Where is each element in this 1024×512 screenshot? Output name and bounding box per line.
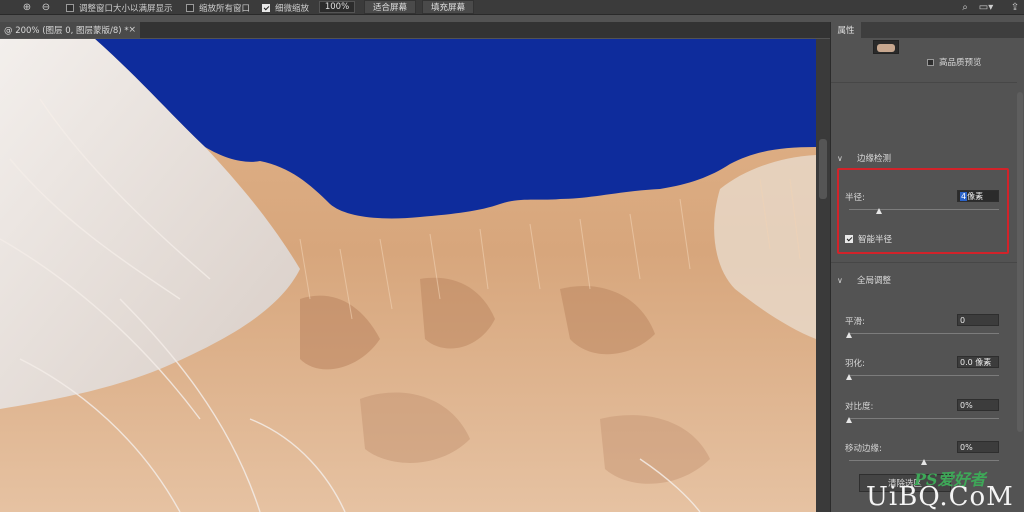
smooth-label: 平滑: — [845, 317, 865, 327]
scrubby-zoom-option[interactable]: 细微缩放 — [262, 0, 309, 15]
view-mode-thumbnail[interactable] — [873, 40, 899, 54]
contrast-input[interactable]: 0% — [957, 399, 999, 411]
resize-windows-label: 调整窗口大小以满屏显示 — [79, 3, 173, 14]
zoom-all-windows-checkbox[interactable] — [186, 3, 194, 12]
fill-screen-button[interactable]: 填充屏幕 — [422, 0, 474, 14]
edge-detection-title: 边缘检测 — [857, 154, 892, 164]
section-divider — [831, 82, 1017, 83]
resize-windows-checkbox[interactable] — [66, 3, 74, 12]
share-icon[interactable]: ⇪ — [1008, 1, 1022, 14]
zoom-level-field[interactable]: 100% — [319, 1, 355, 13]
canvas-vertical-scrollbar[interactable] — [816, 39, 830, 512]
panel-tab-strip: 属性 — [831, 22, 1024, 38]
feather-input[interactable]: 0.0 像素 — [957, 356, 999, 368]
shift-edge-slider[interactable] — [849, 459, 999, 465]
scrubby-zoom-label: 细微缩放 — [275, 3, 310, 14]
search-icon[interactable]: ⌕ — [958, 1, 972, 14]
document-tab[interactable]: @ 200% (图层 0, 图层蒙版/8) * × — [0, 22, 140, 38]
high-quality-preview-option[interactable]: 高品质预览 — [927, 56, 982, 68]
properties-panel: 属性 高品质预览 ∨ 边缘检测 半径: 4 像素 智能半径 ∨ 全局调整 平滑:… — [830, 22, 1024, 512]
feather-label: 羽化: — [845, 359, 865, 369]
tab-properties[interactable]: 属性 — [831, 22, 861, 38]
highlight-box — [837, 168, 1009, 254]
scrubby-zoom-checkbox[interactable] — [262, 3, 270, 12]
document-tab-title: @ 200% (图层 0, 图层蒙版/8) * — [4, 26, 129, 36]
close-icon[interactable]: × — [128, 22, 136, 38]
smooth-input[interactable]: 0 — [957, 314, 999, 326]
zoom-out-icon[interactable]: ⊖ — [39, 1, 53, 14]
fit-screen-button[interactable]: 适合屏幕 — [364, 0, 416, 14]
contrast-slider-handle[interactable] — [845, 417, 852, 423]
resize-windows-option[interactable]: 调整窗口大小以满屏显示 — [66, 0, 173, 15]
global-refinements-header[interactable]: ∨ 全局调整 — [837, 274, 892, 287]
smooth-slider[interactable] — [845, 332, 999, 338]
options-bar: ⊕ ⊖ 调整窗口大小以满屏显示 缩放所有窗口 细微缩放 100% 适合屏幕 填充… — [0, 0, 1024, 15]
shift-edge-slider-handle[interactable] — [920, 459, 927, 465]
contrast-slider[interactable] — [845, 417, 999, 423]
panel-scrollbar[interactable] — [1017, 92, 1023, 432]
contrast-label: 对比度: — [845, 402, 874, 412]
edge-detection-header[interactable]: ∨ 边缘检测 — [837, 152, 892, 165]
document-tab-strip: @ 200% (图层 0, 图层蒙版/8) * × — [0, 22, 830, 38]
chevron-down-icon: ∨ — [837, 153, 843, 163]
zoom-all-windows-option[interactable]: 缩放所有窗口 — [186, 0, 250, 15]
scrollbar-thumb[interactable] — [819, 139, 827, 199]
section-divider — [831, 262, 1017, 263]
clear-selection-button[interactable]: 清除选区 — [859, 474, 951, 492]
shift-edge-input[interactable]: 0% — [957, 441, 999, 453]
global-refinements-title: 全局调整 — [857, 276, 892, 286]
image-canvas[interactable] — [0, 39, 816, 512]
feather-slider-handle[interactable] — [845, 374, 852, 380]
zoom-all-windows-label: 缩放所有窗口 — [199, 3, 251, 14]
smooth-slider-handle[interactable] — [845, 332, 852, 338]
high-quality-preview-label: 高品质预览 — [939, 58, 982, 68]
chevron-down-icon: ∨ — [837, 275, 843, 285]
feather-slider[interactable] — [845, 374, 999, 380]
workspace-icon[interactable]: ▭▾ — [978, 1, 994, 14]
zoom-in-icon[interactable]: ⊕ — [20, 1, 34, 14]
cat-fur-image — [0, 39, 816, 512]
high-quality-preview-checkbox[interactable] — [927, 58, 934, 66]
shift-edge-label: 移动边缘: — [845, 444, 882, 454]
